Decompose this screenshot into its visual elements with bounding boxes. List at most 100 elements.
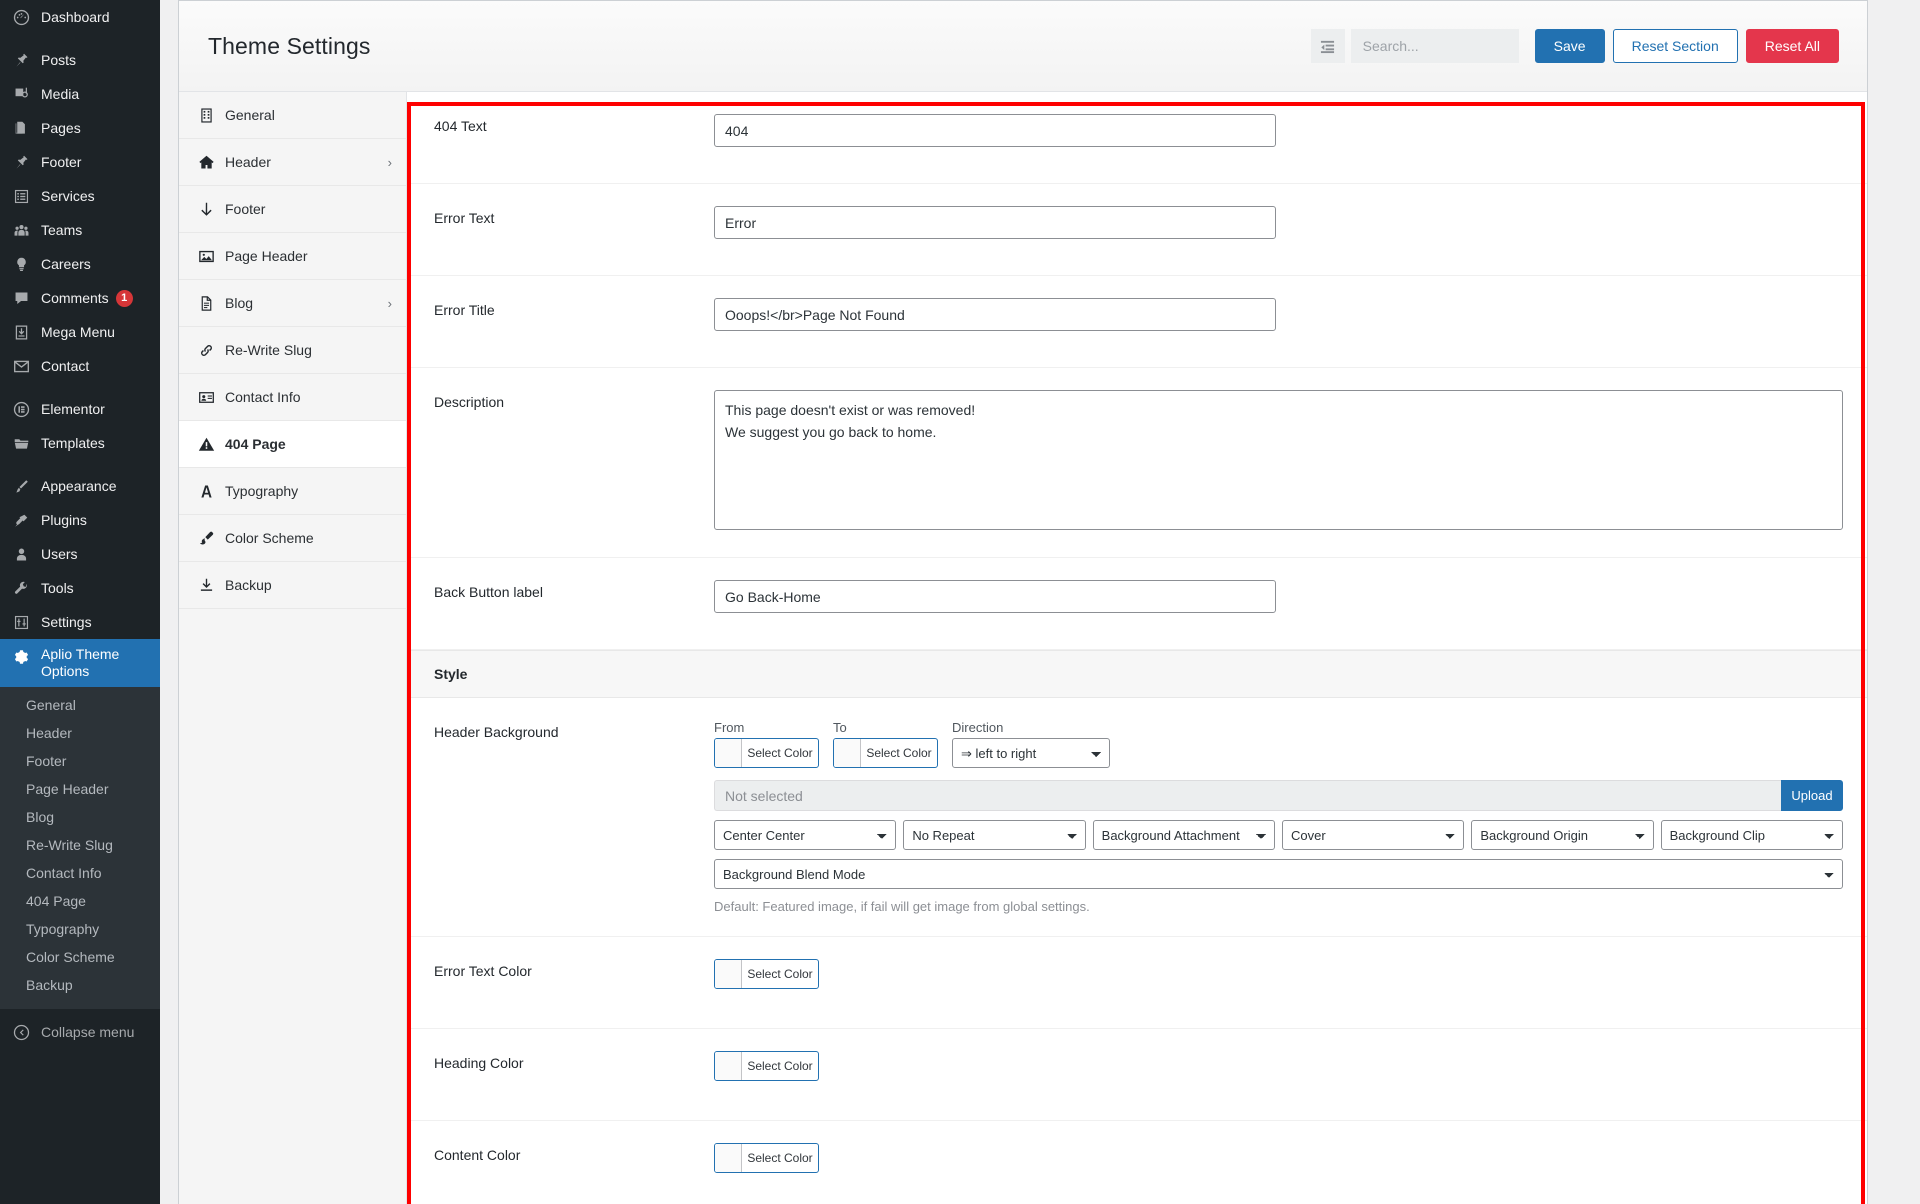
error-title-input[interactable] [714, 298, 1276, 331]
envelope-icon [10, 356, 32, 376]
download-icon [198, 577, 220, 594]
sidebar-item-appearance[interactable]: Appearance [0, 469, 160, 503]
sidebar-item-label: Posts [41, 52, 77, 68]
field-label: Content Color [434, 1147, 521, 1163]
header-actions: Save Reset Section Reset All [1310, 29, 1839, 63]
field-row-back-button-label: Back Button label [407, 558, 1867, 650]
search-input[interactable] [1350, 29, 1519, 63]
tab-color-scheme[interactable]: Color Scheme [179, 515, 406, 562]
gradient-controls: From Select Color To Select Color Direct… [714, 720, 1843, 768]
sidebar-item-plugins[interactable]: Plugins [0, 503, 160, 537]
from-color-picker[interactable]: Select Color [714, 738, 819, 768]
sidebar-item-posts[interactable]: Posts [0, 43, 160, 77]
direction-select[interactable]: ⇒ left to right⇓ top to bottom⇘ diagonal [952, 738, 1110, 768]
tab-typography[interactable]: Typography [179, 468, 406, 515]
tab-re-write-slug[interactable]: Re-Write Slug [179, 327, 406, 374]
sidebar-item-users[interactable]: Users [0, 537, 160, 571]
404-text-input[interactable] [714, 114, 1276, 147]
background-size-select[interactable]: Cover [1281, 820, 1465, 850]
tab-backup[interactable]: Backup [179, 562, 406, 609]
media-file-value[interactable]: Not selected [714, 780, 1781, 811]
background-attachment-select[interactable]: Background Attachment [1092, 820, 1275, 850]
sidebar-item-label: Aplio Theme Options [41, 646, 120, 679]
tab-contact-info[interactable]: Contact Info [179, 374, 406, 421]
submenu-item-contact-info[interactable]: Contact Info [0, 859, 160, 887]
tab-footer[interactable]: Footer [179, 186, 406, 233]
tab-label: Footer [225, 201, 266, 217]
to-color-picker[interactable]: Select Color [833, 738, 938, 768]
tab-page-header[interactable]: Page Header [179, 233, 406, 280]
heading-color-picker[interactable]: Select Color [714, 1051, 819, 1081]
settings-tab-list: General Header › Footer Page Header Blog › Re-W… [179, 92, 407, 1204]
sidebar-item-footer[interactable]: Footer [0, 145, 160, 179]
sidebar-item-aplio-theme-options[interactable]: Aplio Theme Options [0, 639, 168, 687]
select-color-label: Select Color [747, 1059, 813, 1073]
collapse-menu-label: Collapse menu [41, 1024, 135, 1040]
error-text-input[interactable] [714, 206, 1276, 239]
sidebar-item-contact[interactable]: Contact [0, 349, 160, 383]
sidebar-item-label: Services [41, 188, 95, 204]
background-position-select[interactable]: Center Center [714, 820, 897, 850]
background-repeat-select[interactable]: No Repeat [903, 820, 1086, 850]
submenu-item-blog[interactable]: Blog [0, 803, 160, 831]
background-clip-select[interactable]: Background Clip [1660, 820, 1843, 850]
expand-sections-icon[interactable] [1310, 29, 1345, 63]
submenu-item-404-page[interactable]: 404 Page [0, 887, 160, 915]
from-caption: From [714, 720, 745, 735]
field-row-header-background: Header Background From Select Color To S… [407, 698, 1867, 937]
tab-blog[interactable]: Blog › [179, 280, 406, 327]
sidebar-separator [0, 383, 160, 392]
submenu-item-general[interactable]: General [0, 691, 160, 719]
sidebar-item-pages[interactable]: Pages [0, 111, 160, 145]
chevron-right-icon: › [387, 295, 392, 311]
sidebar-item-label: Comments [41, 290, 109, 306]
submenu-item-color-scheme[interactable]: Color Scheme [0, 943, 160, 971]
submenu-item-typography[interactable]: Typography [0, 915, 160, 943]
sidebar-item-comments[interactable]: Comments 1 [0, 281, 160, 315]
submenu-item-backup[interactable]: Backup [0, 971, 160, 999]
sidebar-item-dashboard[interactable]: Dashboard [0, 0, 160, 34]
sidebar-item-label: Contact [41, 358, 90, 374]
sidebar-item-label: Mega Menu [41, 324, 115, 340]
submenu-item-re-write-slug[interactable]: Re-Write Slug [0, 831, 160, 859]
sidebar-item-teams[interactable]: Teams [0, 213, 160, 247]
back-button-label-input[interactable] [714, 580, 1276, 613]
sidebar-item-media[interactable]: Media [0, 77, 160, 111]
sidebar-item-mega-menu[interactable]: Mega Menu [0, 315, 160, 349]
content-color-picker[interactable]: Select Color [714, 1143, 819, 1173]
submenu-item-footer[interactable]: Footer [0, 747, 160, 775]
background-origin-select[interactable]: Background Origin [1471, 820, 1654, 850]
sidebar-submenu: General Header Footer Page Header Blog Re-Wri… [0, 687, 160, 1009]
wp-admin-sidebar: Dashboard Posts Media Pages Footer Services Te… [0, 0, 168, 1204]
description-textarea[interactable]: This page doesn't exist or was removed! … [714, 390, 1843, 530]
field-label: Description [434, 394, 505, 410]
save-button[interactable]: Save [1534, 29, 1605, 63]
submenu-item-page-header[interactable]: Page Header [0, 775, 160, 803]
tab-404-page[interactable]: 404 Page [179, 421, 406, 468]
tab-label: Re-Write Slug [225, 342, 312, 358]
select-color-label: Select Color [747, 1151, 813, 1165]
main-region: Theme Settings Save Reset Section Reset … [160, 0, 1920, 1204]
reset-section-button[interactable]: Reset Section [1612, 29, 1738, 63]
submenu-item-header[interactable]: Header [0, 719, 160, 747]
sidebar-item-elementor[interactable]: Elementor [0, 392, 160, 426]
upload-button[interactable]: Upload [1781, 780, 1843, 811]
user-icon [10, 544, 32, 564]
collapse-menu-button[interactable]: Collapse menu [0, 1015, 160, 1049]
image-icon [198, 248, 220, 265]
tab-header[interactable]: Header › [179, 139, 406, 186]
sidebar-item-services[interactable]: Services [0, 179, 160, 213]
background-blend-mode-select[interactable]: Background Blend Mode [714, 859, 1843, 889]
error-text-color-picker[interactable]: Select Color [714, 959, 819, 989]
theme-options-panel: Theme Settings Save Reset Section Reset … [178, 0, 1868, 1204]
reset-all-button[interactable]: Reset All [1745, 29, 1839, 63]
sidebar-item-tools[interactable]: Tools [0, 571, 160, 605]
sidebar-item-settings[interactable]: Settings [0, 605, 160, 639]
gradient-to: To Select Color [833, 720, 938, 768]
to-caption: To [833, 720, 847, 735]
field-label: Error Text Color [434, 963, 532, 979]
sidebar-item-templates[interactable]: Templates [0, 426, 160, 460]
sidebar-item-careers[interactable]: Careers [0, 247, 160, 281]
tab-general[interactable]: General [179, 92, 406, 139]
field-label: Heading Color [434, 1055, 524, 1071]
